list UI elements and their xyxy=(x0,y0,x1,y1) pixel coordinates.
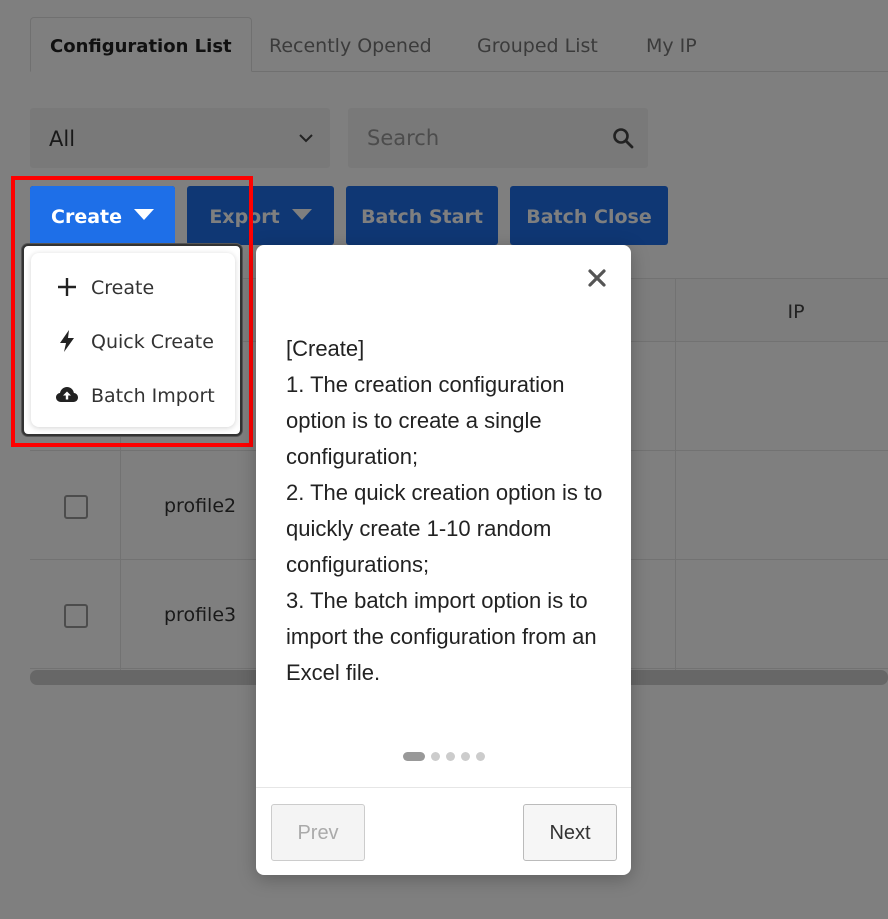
tour-description: [Create] 1. The creation configuration o… xyxy=(286,331,606,691)
tour-highlight-frame xyxy=(11,176,253,447)
tour-footer: Prev Next xyxy=(256,787,631,875)
app-root: Configuration List Recently Opened Group… xyxy=(0,0,888,919)
close-icon[interactable] xyxy=(586,267,608,289)
next-button[interactable]: Next xyxy=(523,804,617,861)
prev-button[interactable]: Prev xyxy=(271,804,365,861)
step-dot[interactable] xyxy=(476,752,485,761)
step-dot[interactable] xyxy=(461,752,470,761)
tour-popover: [Create] 1. The creation configuration o… xyxy=(256,245,631,875)
tour-line: 2. The quick creation option is to quick… xyxy=(286,480,603,577)
tour-line: 1. The creation configuration option is … xyxy=(286,372,565,469)
step-dot[interactable] xyxy=(446,752,455,761)
tour-title: [Create] xyxy=(286,336,365,361)
step-dot[interactable] xyxy=(403,752,425,761)
tour-line: 3. The batch import option is to import … xyxy=(286,588,597,685)
step-dot[interactable] xyxy=(431,752,440,761)
